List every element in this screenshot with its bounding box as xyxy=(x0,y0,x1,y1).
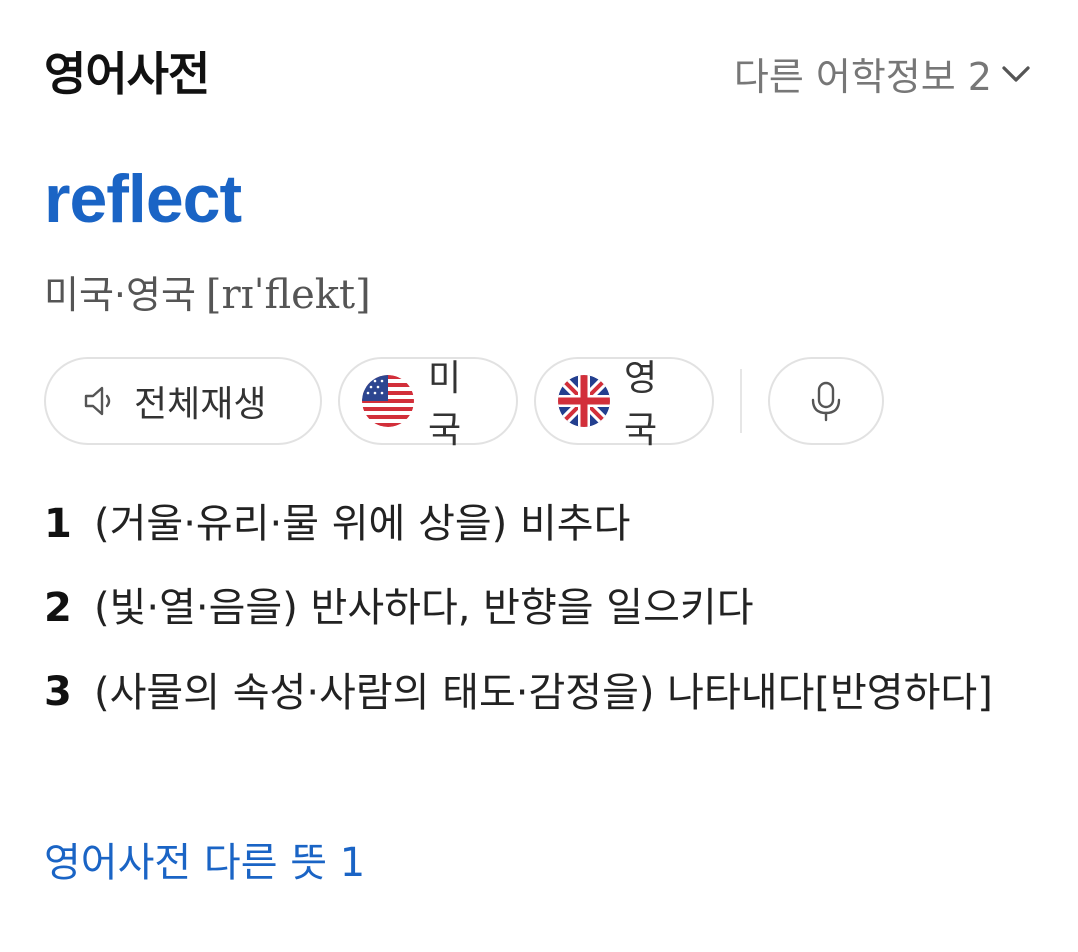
other-info-label: 다른 어학정보 2 xyxy=(733,55,992,99)
uk-pronunciation-button[interactable]: 영국 xyxy=(534,357,714,451)
chevron-down-icon xyxy=(1002,65,1030,82)
definition-item: 1 (거울·유리·물 위에 상을) 비추다 xyxy=(44,494,1034,554)
definition-text: (거울·유리·물 위에 상을) 비추다 xyxy=(94,501,631,547)
uk-label: 영국 xyxy=(624,358,658,451)
page-title: 영어사전 xyxy=(44,47,210,101)
definition-text: (빛·열·음을) 반사하다, 반향을 일으키다 xyxy=(94,585,754,631)
pronunciation: 미국·영국 [rɪˈflekt] xyxy=(44,264,371,319)
microphone-button[interactable] xyxy=(768,357,884,445)
definition-item: 2 (빛·열·음을) 반사하다, 반향을 일으키다 xyxy=(44,578,1034,638)
header: 영어사전 다른 어학정보 2 xyxy=(44,30,1034,110)
pronunciation-region: 미국·영국 xyxy=(44,273,196,317)
microphone-icon xyxy=(811,381,841,422)
us-pronunciation-button[interactable]: 미국 xyxy=(338,357,518,451)
uk-flag-icon xyxy=(558,375,610,427)
definition-item: 3 (사물의 속성·사람의 태도·감정을) 나타내다[반영하다] xyxy=(44,662,1034,724)
us-label: 미국 xyxy=(428,358,462,451)
definition-number: 2 xyxy=(44,585,72,631)
definition-list: 1 (거울·유리·물 위에 상을) 비추다 2 (빛·열·음을) 반사하다, 반… xyxy=(44,494,1034,748)
definition-text: (사물의 속성·사람의 태도·감정을) 나타내다[반영하다] xyxy=(94,670,993,716)
audio-button-row: 전체재생 미국 영국 xyxy=(44,356,884,451)
us-flag-icon xyxy=(362,375,414,427)
definition-number: 1 xyxy=(44,501,72,547)
other-info-dropdown[interactable]: 다른 어학정보 2 xyxy=(734,46,1034,101)
button-divider xyxy=(740,369,742,433)
definition-number: 3 xyxy=(44,669,72,715)
play-all-label: 전체재생 xyxy=(134,384,267,425)
more-meanings-link[interactable]: 영어사전 다른 뜻 1 xyxy=(44,830,365,888)
play-all-button[interactable]: 전체재생 xyxy=(44,357,322,445)
pronunciation-ipa: [rɪˈflekt] xyxy=(205,272,371,318)
entry-word[interactable]: reflect xyxy=(44,160,242,238)
speaker-icon xyxy=(84,386,111,416)
